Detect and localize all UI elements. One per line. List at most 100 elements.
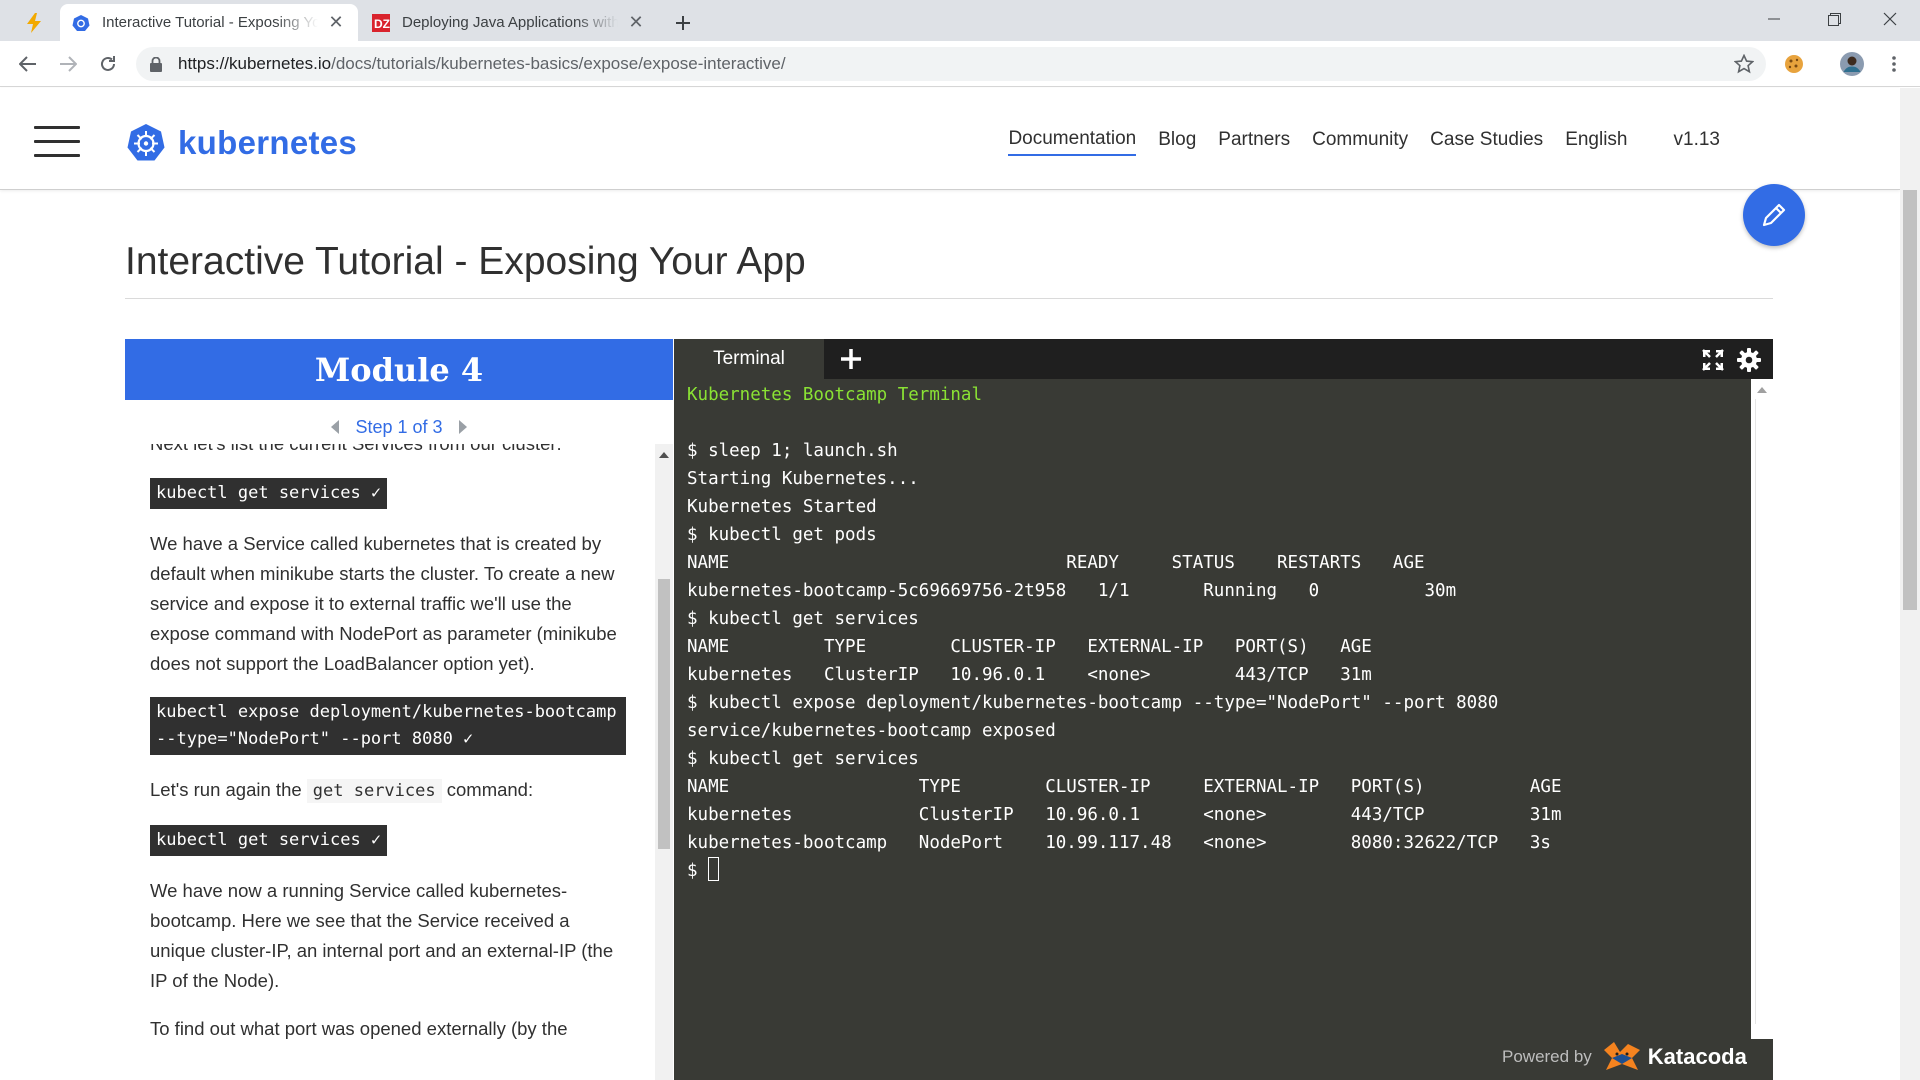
- paragraph-text: command:: [441, 779, 534, 800]
- scroll-up-icon[interactable]: [1757, 387, 1767, 393]
- module-banner: Module 4: [125, 339, 673, 400]
- terminal-line: service/kubernetes-bootcamp exposed: [687, 721, 1056, 741]
- profile-avatar-button[interactable]: [1836, 48, 1868, 80]
- tutorial-paragraph: We have a Service called kubernetes that…: [150, 533, 617, 674]
- terminal-cursor: [708, 857, 720, 881]
- terminal-tabbar: Terminal: [674, 339, 1773, 379]
- terminal-line: kubernetes-bootcamp-5c69669756-2t958 1/1…: [687, 581, 1457, 601]
- page-title: Interactive Tutorial - Exposing Your App: [125, 240, 806, 283]
- nav-blog[interactable]: Blog: [1158, 129, 1196, 155]
- settings-gear-icon[interactable]: [1736, 347, 1762, 373]
- terminal-line: Starting Kubernetes...: [687, 469, 919, 489]
- next-step-icon[interactable]: [458, 420, 467, 434]
- terminal-scrollbar-thumb[interactable]: [1755, 399, 1769, 1024]
- arrow-right-icon: [60, 56, 77, 72]
- lock-icon: [150, 56, 166, 72]
- kubernetes-favicon-icon: [72, 14, 90, 31]
- step-navigation: Step 1 of 3: [125, 410, 673, 444]
- terminal-banner: Kubernetes Bootcamp Terminal: [687, 385, 983, 405]
- tutorial-paragraph: Next let's list the current Services fro…: [150, 444, 630, 459]
- tab-kubernetes-tutorial[interactable]: Interactive Tutorial - Exposing Your App…: [60, 4, 358, 41]
- plus-icon: [676, 16, 690, 30]
- browser-toolbar: https://kubernetes.io/docs/tutorials/kub…: [0, 41, 1920, 87]
- scroll-up-icon[interactable]: [659, 452, 669, 458]
- terminal-line: $ kubectl expose deployment/kubernetes-b…: [687, 693, 1499, 713]
- nav-case-studies[interactable]: Case Studies: [1430, 129, 1543, 155]
- hamburger-menu-icon[interactable]: [34, 126, 80, 160]
- dzone-favicon-icon: DZ: [372, 13, 390, 32]
- url-path: /docs/tutorials/kubernetes-basics/expose…: [331, 54, 786, 73]
- terminal-tab[interactable]: Terminal: [674, 339, 824, 379]
- terminal-line: $ kubectl get pods: [687, 525, 877, 545]
- tutorial-paragraph: Let's run again the get services command…: [150, 775, 630, 806]
- nav-version[interactable]: v1.13: [1674, 129, 1720, 155]
- inline-code: get services: [306, 779, 442, 803]
- close-tab-icon[interactable]: ✕: [626, 12, 646, 33]
- close-window-button[interactable]: [1860, 0, 1920, 38]
- fullscreen-icon[interactable]: [1701, 348, 1725, 372]
- nav-partners[interactable]: Partners: [1218, 129, 1290, 155]
- katacoda-fox-icon: [1603, 1042, 1640, 1070]
- run-command-button[interactable]: kubectl get services ✓: [150, 825, 388, 856]
- terminal-line: NAME TYPE CLUSTER-IP EXTERNAL-IP PORT(S)…: [687, 637, 1372, 657]
- terminal-line: Kubernetes Started: [687, 497, 877, 517]
- page-scrollbar[interactable]: [1900, 88, 1920, 1080]
- bolt-icon: [27, 12, 41, 33]
- kubernetes-helm-icon: [127, 124, 165, 161]
- tutorial-scrollbar-thumb[interactable]: [658, 579, 670, 849]
- terminal-scrollbar[interactable]: [1751, 379, 1773, 1039]
- tutorial-scrollbar[interactable]: [655, 444, 673, 1080]
- powered-by-katacoda[interactable]: Powered by Katacoda: [1502, 1039, 1747, 1075]
- bookmark-star-icon[interactable]: [1734, 54, 1754, 74]
- address-bar[interactable]: https://kubernetes.io/docs/tutorials/kub…: [136, 47, 1766, 81]
- minimize-window-button[interactable]: [1744, 0, 1804, 38]
- new-tab-button[interactable]: [667, 7, 699, 39]
- reload-button[interactable]: [92, 48, 124, 80]
- title-divider: [125, 298, 1773, 299]
- minimize-icon: [1768, 18, 1780, 20]
- tutorial-paragraph: We have now a running Service called kub…: [150, 880, 614, 991]
- previous-step-icon[interactable]: [331, 420, 340, 434]
- cookie-extension-button[interactable]: [1778, 48, 1810, 80]
- terminal-line: NAME TYPE CLUSTER-IP EXTERNAL-IP PORT(S)…: [687, 777, 1562, 797]
- page-scrollbar-thumb[interactable]: [1903, 190, 1917, 610]
- terminal-lines: $ sleep 1; launch.sh Starting Kubernetes.…: [687, 409, 1747, 857]
- browser-tabstrip: Interactive Tutorial - Exposing Your App…: [0, 0, 1920, 41]
- edit-page-button[interactable]: [1743, 184, 1805, 246]
- add-terminal-button[interactable]: [834, 342, 868, 376]
- nav-documentation[interactable]: Documentation: [1008, 128, 1137, 156]
- forward-button[interactable]: [52, 48, 84, 80]
- tab-java-docker[interactable]: DZ Deploying Java Applications with Dock…: [360, 4, 658, 41]
- terminal-line: $ kubectl get services: [687, 749, 919, 769]
- avatar-icon: [1840, 52, 1864, 76]
- logo-text: kubernetes: [178, 124, 358, 161]
- paragraph-text: Let's run again the: [150, 779, 307, 800]
- back-button[interactable]: [12, 48, 44, 80]
- katacoda-terminal[interactable]: Terminal Kubernetes Bootcamp Terminal $ s…: [674, 339, 1773, 1080]
- restore-window-button[interactable]: [1804, 0, 1864, 38]
- reload-icon: [101, 56, 115, 71]
- terminal-prompt-line[interactable]: $: [687, 857, 1747, 885]
- tutorial-content-viewport: Next let's list the current Services fro…: [125, 444, 655, 1080]
- close-tab-icon[interactable]: ✕: [326, 12, 346, 33]
- terminal-line: $ sleep 1; launch.sh: [687, 441, 898, 461]
- terminal-output[interactable]: Kubernetes Bootcamp Terminal $ sleep 1; l…: [687, 381, 1747, 885]
- arrow-left-icon: [19, 56, 36, 72]
- run-command-button[interactable]: kubectl expose deployment/kubernetes-boo…: [150, 697, 626, 755]
- browser-menu-button[interactable]: [1878, 48, 1910, 80]
- site-header: kubernetes Documentation Blog Partners C…: [0, 88, 1900, 190]
- kubernetes-logo[interactable]: kubernetes: [126, 123, 357, 163]
- nav-community[interactable]: Community: [1312, 129, 1408, 155]
- nav-language[interactable]: English: [1565, 129, 1627, 155]
- tutorial-content: Next let's list the current Services fro…: [150, 444, 630, 1062]
- terminal-line: kubernetes ClusterIP 10.96.0.1 <none> 44…: [687, 665, 1372, 685]
- step-indicator: Step 1 of 3: [355, 416, 443, 437]
- powered-by-label: Powered by: [1502, 1047, 1592, 1066]
- tutorial-paragraph: To find out what port was opened externa…: [150, 1018, 568, 1039]
- tab-title: Interactive Tutorial - Exposing Your App…: [102, 14, 318, 31]
- run-command-button[interactable]: kubectl get services ✓: [150, 478, 388, 509]
- pinned-tab[interactable]: [10, 4, 58, 41]
- cookie-icon: [1785, 55, 1803, 73]
- url-host: https://kubernetes.io: [178, 54, 332, 73]
- terminal-prompt: $: [687, 861, 709, 881]
